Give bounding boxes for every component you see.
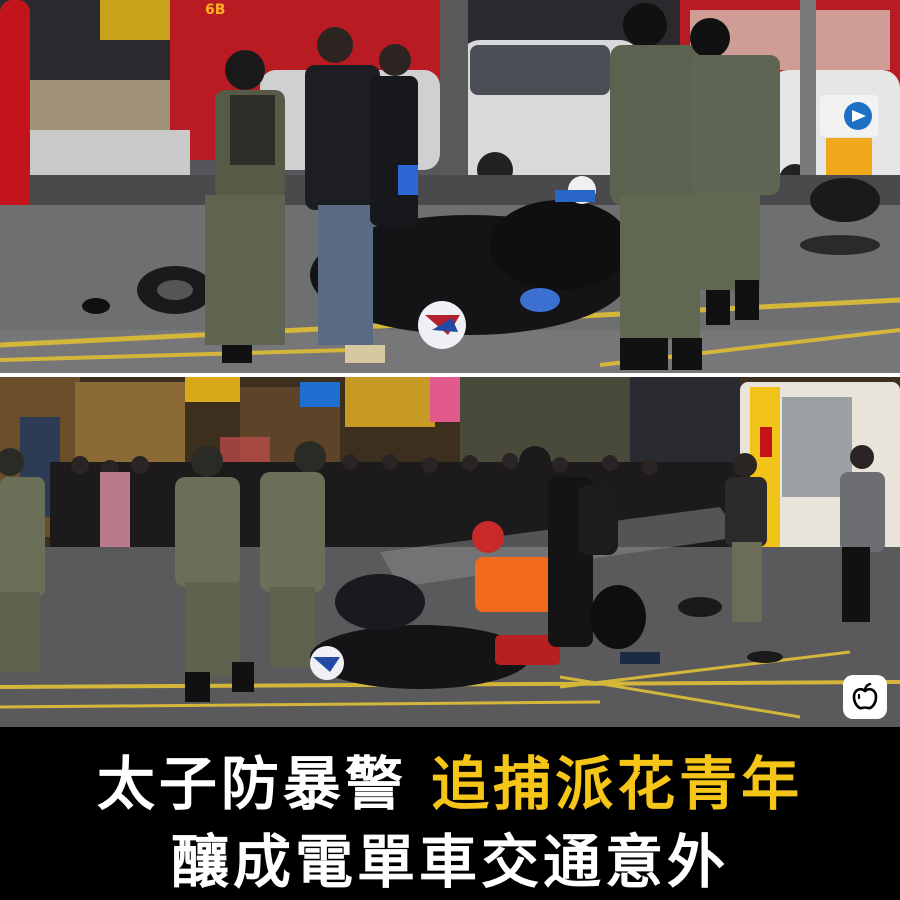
- headline-line-2: 釀成電單車交通意外: [170, 828, 729, 896]
- apple-logo-icon: [843, 675, 887, 719]
- bottom-photo: [0, 377, 900, 727]
- headline-white-text: 太子防暴警: [96, 750, 407, 818]
- top-photo: 6B: [0, 0, 900, 373]
- headline-caption: 太子防暴警 追捕派花青年 釀成電單車交通意外: [0, 727, 900, 900]
- apple-logo-icon-glyph: [852, 682, 878, 710]
- top-photo-scene: [0, 0, 900, 373]
- headline-highlight-text: 追捕派花青年: [431, 750, 804, 818]
- bottom-photo-scene: [0, 377, 900, 727]
- bus-destination-display: 6B: [205, 2, 226, 18]
- headline-line-1: 太子防暴警 追捕派花青年: [0, 737, 900, 821]
